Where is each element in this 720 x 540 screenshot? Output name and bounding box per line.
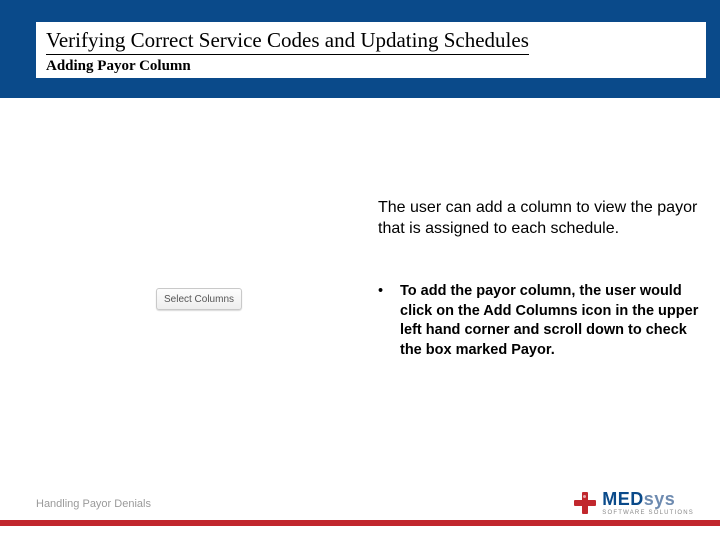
slide: Verifying Correct Service Codes and Upda…: [0, 0, 720, 540]
logo-word-a: MED: [602, 489, 644, 509]
footer-text: Handling Payor Denials: [36, 498, 151, 510]
logo-tagline: SOFTWARE SOLUTIONS: [602, 510, 694, 516]
slide-title: Verifying Correct Service Codes and Upda…: [46, 28, 529, 55]
body-intro: The user can add a column to view the pa…: [378, 198, 698, 240]
logo-text: MEDsys SOFTWARE SOLUTIONS: [602, 490, 694, 516]
title-box: Verifying Correct Service Codes and Upda…: [36, 22, 706, 78]
header-accent-bar: [24, 0, 34, 98]
select-columns-button[interactable]: Select Columns: [156, 288, 242, 310]
bullet-icon: •: [378, 282, 400, 360]
logo-wordmark: MEDsys: [602, 490, 694, 508]
logo-cross-icon: [574, 492, 596, 514]
slide-subtitle: Adding Payor Column: [46, 58, 696, 75]
footer-accent-bar: [0, 520, 720, 526]
bullet-text: To add the payor column, the user would …: [400, 282, 702, 360]
list-item: • To add the payor column, the user woul…: [378, 282, 702, 360]
bullet-list: • To add the payor column, the user woul…: [378, 282, 702, 360]
footer-logo: MEDsys SOFTWARE SOLUTIONS: [574, 490, 694, 516]
select-columns-label: Select Columns: [164, 294, 234, 305]
logo-word-b: sys: [644, 489, 676, 509]
